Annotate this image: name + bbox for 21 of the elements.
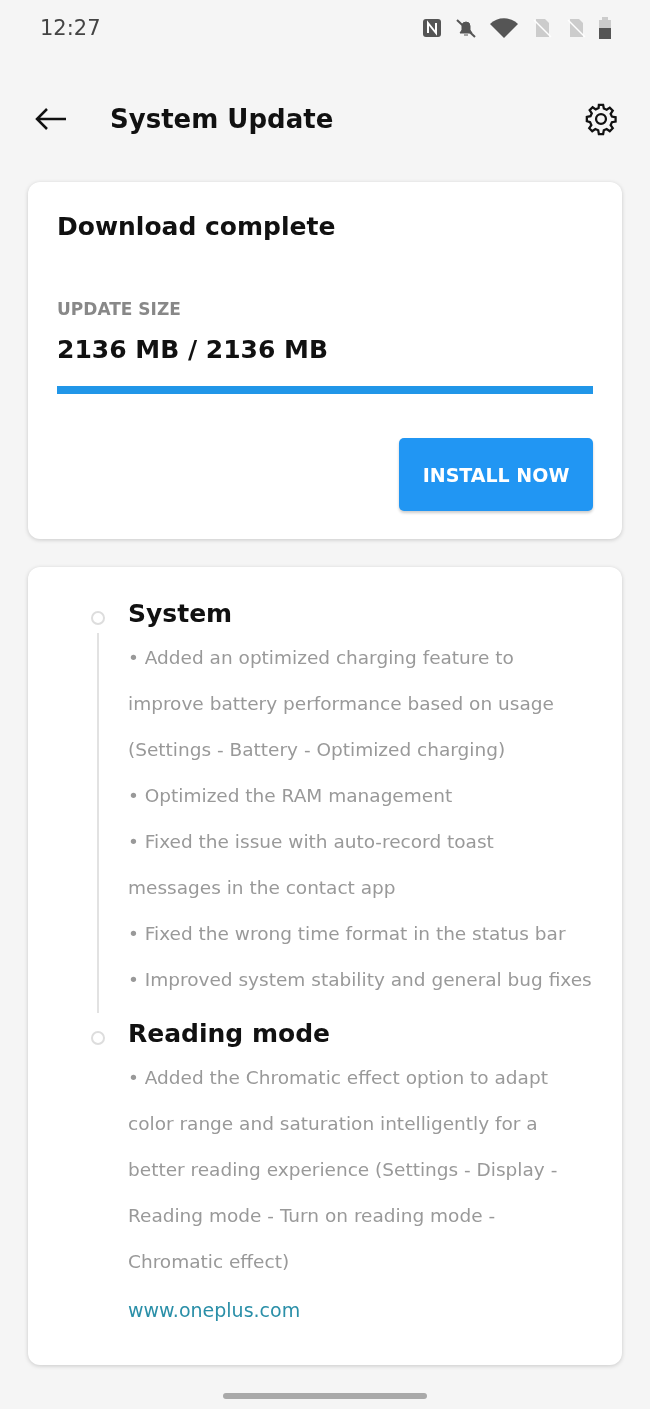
- changelog-item: • Added an optimized charging feature to improve battery performance based on usage (Settings - Battery - Optimized charging): [128, 646, 555, 762]
- battery-icon: [598, 16, 612, 40]
- download-status: Download complete: [57, 212, 337, 241]
- nfc-icon: [420, 16, 444, 40]
- timeline-dot: [91, 611, 105, 625]
- changelog-item: • Fixed the wrong time format in the status bar: [128, 922, 567, 946]
- size-label: UPDATE SIZE: [57, 299, 182, 319]
- install-button[interactable]: INSTALL NOW: [399, 438, 593, 511]
- size-value: 2136 MB / 2136 MB: [57, 335, 329, 364]
- website-link[interactable]: www.oneplus.com: [128, 1299, 301, 1321]
- changelog-item: • Added the Chromatic effect option to adapt color range and saturation intelligently for a better reading experience (Settings - Display - Reading mode - Turn on reading mode - Chromatic effect): [128, 1066, 559, 1274]
- timeline-dot: [91, 1031, 105, 1045]
- clock: 12:27: [40, 16, 101, 40]
- bell-off-icon: [454, 16, 478, 40]
- changelog-item: • Optimized the RAM management: [128, 784, 454, 808]
- wifi-icon: [488, 16, 520, 40]
- section-title: Reading mode: [128, 1018, 331, 1050]
- page-title: System Update: [110, 104, 335, 134]
- section-title: System: [128, 598, 234, 630]
- changelog-item: • Improved system stability and general bug fixes: [128, 968, 592, 992]
- changelog-item: • Fixed the issue with auto-record toast messages in the contact app: [128, 830, 495, 900]
